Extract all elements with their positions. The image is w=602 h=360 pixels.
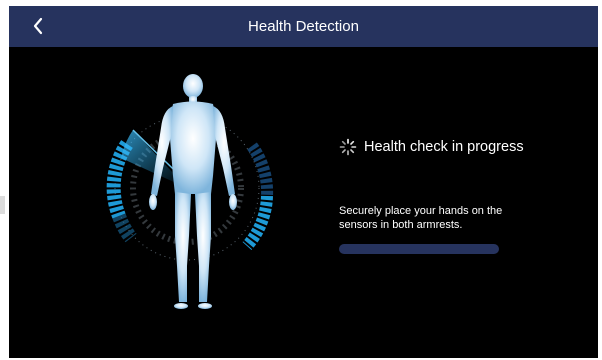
- chevron-left-icon: [33, 17, 43, 35]
- body-scan-illustration: [97, 66, 287, 316]
- app-screen: Health Detection Health check in progres…: [9, 6, 598, 358]
- page-edge-mark: [0, 196, 5, 214]
- status-indicator: Health check in progress: [339, 136, 524, 158]
- loading-spinner-icon: [339, 138, 357, 156]
- progress-bar: [339, 244, 499, 254]
- back-button[interactable]: [23, 11, 53, 41]
- page-title: Health Detection: [248, 18, 359, 35]
- body-scan-graphic: [106, 74, 274, 309]
- human-body-figure: [149, 74, 237, 309]
- instruction-text: Securely place your hands on the sensors…: [339, 205, 503, 231]
- status-text: Health check in progress: [364, 139, 524, 155]
- top-bar: Health Detection: [9, 6, 598, 47]
